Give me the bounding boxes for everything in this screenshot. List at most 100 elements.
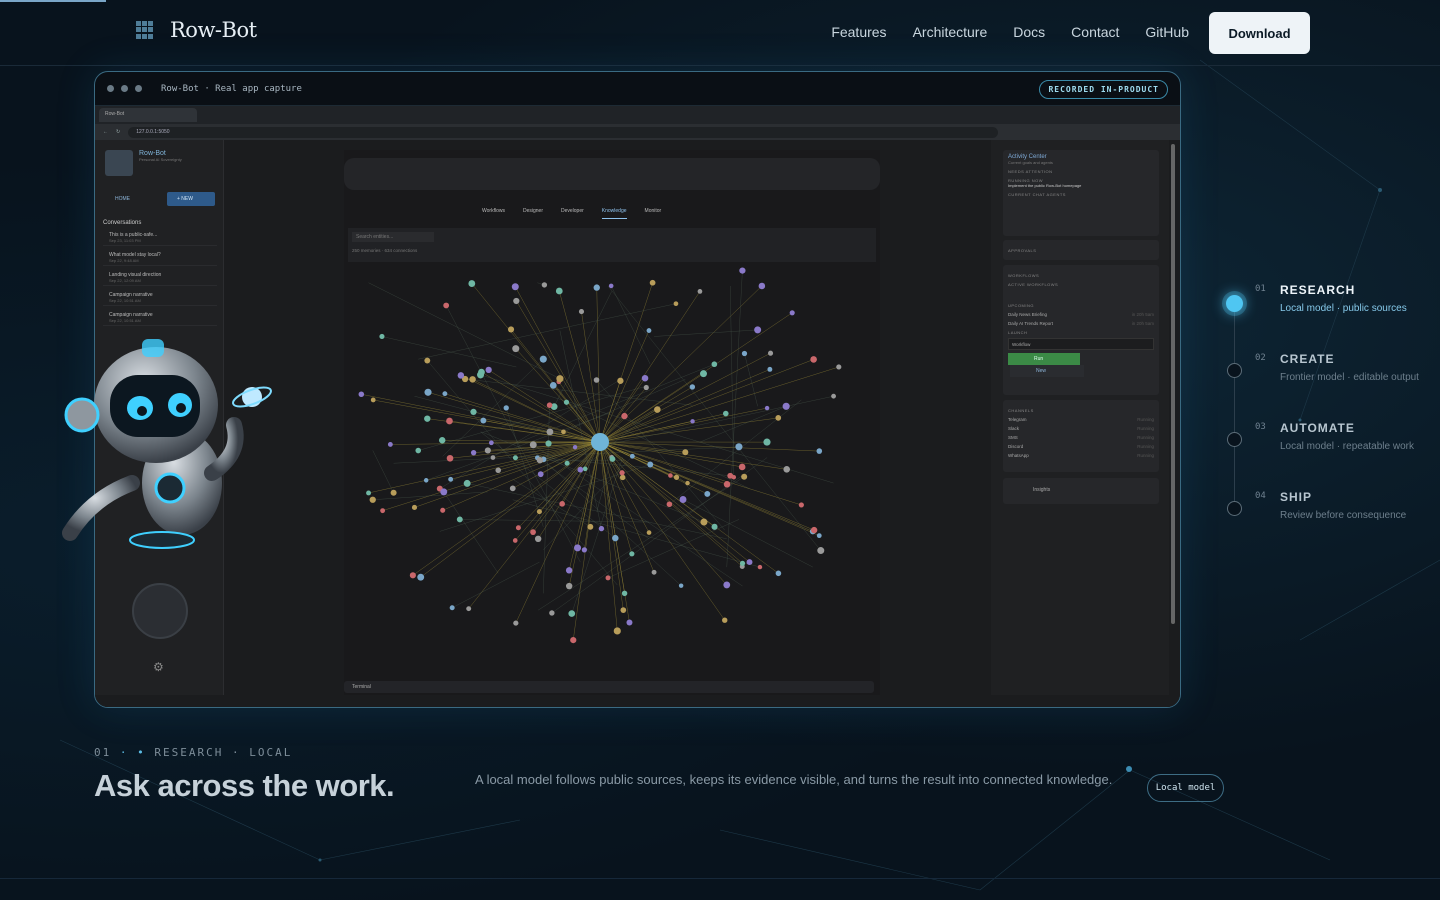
graph-node[interactable] (649, 279, 656, 286)
graph-node[interactable] (417, 573, 425, 581)
graph-node[interactable] (782, 402, 790, 410)
graph-node[interactable] (470, 408, 477, 416)
graph-node[interactable] (673, 474, 680, 480)
graph-node[interactable] (647, 461, 654, 468)
address-bar[interactable]: 127.0.0.1:5050 (128, 126, 999, 138)
graph-node[interactable] (511, 283, 519, 291)
graph-node[interactable] (387, 441, 393, 447)
graph-node[interactable] (711, 361, 718, 368)
terminal-bar[interactable]: Terminal (344, 681, 874, 693)
graph-node[interactable] (816, 448, 823, 454)
scrollbar[interactable] (1171, 144, 1175, 624)
nav-contact[interactable]: Contact (1071, 24, 1119, 40)
graph-node[interactable] (512, 455, 518, 461)
graph-node[interactable] (537, 471, 544, 478)
graph-node[interactable] (539, 355, 547, 363)
graph-node[interactable] (643, 384, 649, 391)
graph-node[interactable] (741, 473, 748, 480)
graph-node[interactable] (735, 443, 743, 451)
graph-node[interactable] (446, 454, 454, 462)
gear-icon[interactable]: ⚙ (153, 660, 164, 674)
graph-node[interactable] (654, 406, 661, 413)
graph-node[interactable] (608, 283, 614, 289)
graph-node[interactable] (722, 410, 729, 417)
graph-node[interactable] (775, 415, 782, 421)
graph-node[interactable] (549, 610, 555, 616)
graph-node[interactable] (564, 460, 570, 466)
graph-node[interactable] (582, 466, 588, 472)
graph-node[interactable] (738, 463, 746, 471)
graph-node[interactable] (513, 297, 520, 305)
graph-node[interactable] (817, 547, 825, 555)
graph-node[interactable] (390, 489, 397, 496)
back-icon[interactable]: ← (103, 129, 108, 135)
graph-node[interactable] (369, 496, 376, 503)
home-button[interactable]: HOME (105, 192, 163, 206)
graph-node[interactable] (679, 496, 687, 503)
graph-node[interactable] (424, 388, 432, 396)
graph-node[interactable] (689, 384, 696, 390)
graph-node[interactable] (457, 372, 465, 379)
graph-node[interactable] (741, 350, 748, 357)
browser-tab[interactable]: Row-Bot (99, 108, 197, 122)
graph-node[interactable] (629, 551, 635, 557)
graph-node[interactable] (668, 473, 673, 478)
graph-hub-node[interactable] (591, 433, 609, 451)
nav-github[interactable]: GitHub (1145, 24, 1189, 40)
graph-node[interactable] (568, 610, 576, 617)
graph-node[interactable] (546, 428, 554, 436)
graph-node[interactable] (810, 526, 818, 534)
graph-node[interactable] (816, 533, 822, 539)
graph-node[interactable] (609, 456, 616, 462)
graph-node[interactable] (555, 287, 563, 295)
graph-node[interactable] (739, 267, 746, 274)
graph-node[interactable] (565, 582, 573, 590)
graph-node[interactable] (767, 350, 774, 356)
graph-node[interactable] (578, 309, 585, 315)
graph-node[interactable] (448, 476, 454, 482)
graph-node[interactable] (358, 391, 365, 398)
list-item[interactable]: Slack Running (1008, 426, 1154, 431)
graph-node[interactable] (763, 438, 771, 446)
graph-node[interactable] (424, 357, 431, 364)
graph-node[interactable] (484, 447, 491, 454)
graph-node[interactable] (546, 402, 553, 408)
graph-node[interactable] (619, 470, 625, 476)
graph-node[interactable] (529, 441, 537, 449)
graph-node[interactable] (541, 282, 548, 288)
graph-node[interactable] (509, 485, 516, 492)
graph-node[interactable] (727, 472, 734, 479)
graph-node[interactable] (424, 415, 431, 422)
graph-node[interactable] (757, 564, 763, 570)
logo[interactable]: Row-Bot (136, 18, 257, 42)
graph-node[interactable] (379, 333, 385, 340)
graph-node[interactable] (366, 490, 372, 496)
graph-node[interactable] (440, 507, 446, 513)
entity-search-input[interactable]: Search entities... (352, 232, 434, 242)
graph-node[interactable] (593, 284, 600, 291)
graph-node[interactable] (697, 289, 703, 294)
graph-node[interactable] (739, 560, 746, 566)
graph-node[interactable] (704, 490, 711, 497)
graph-node[interactable] (480, 417, 487, 424)
graph-node[interactable] (626, 619, 633, 626)
graph-node[interactable] (783, 466, 791, 473)
graph-node[interactable] (563, 399, 570, 405)
graph-node[interactable] (746, 559, 753, 566)
list-item[interactable]: This is a public-safe... Sep 23, 11:03 PM (103, 232, 217, 246)
graph-node[interactable] (682, 449, 689, 456)
list-item[interactable]: Landing visual direction Sep 22, 12:09 AM (103, 272, 217, 286)
graph-node[interactable] (598, 525, 605, 532)
graph-node[interactable] (438, 437, 446, 444)
graph-node[interactable] (577, 466, 584, 473)
graph-node[interactable] (370, 397, 376, 403)
graph-node[interactable] (470, 449, 477, 456)
graph-node[interactable] (621, 590, 628, 597)
running-item[interactable]: Implement the public Row-Bot homepage (1008, 183, 1154, 188)
graph-node[interactable] (423, 478, 429, 483)
graph-node[interactable] (685, 480, 690, 486)
graph-node[interactable] (536, 509, 542, 515)
graph-node[interactable] (621, 412, 628, 420)
list-item[interactable]: Campaign narrative Sep 22, 10:51 AM (103, 292, 217, 306)
graph-node[interactable] (789, 310, 795, 316)
